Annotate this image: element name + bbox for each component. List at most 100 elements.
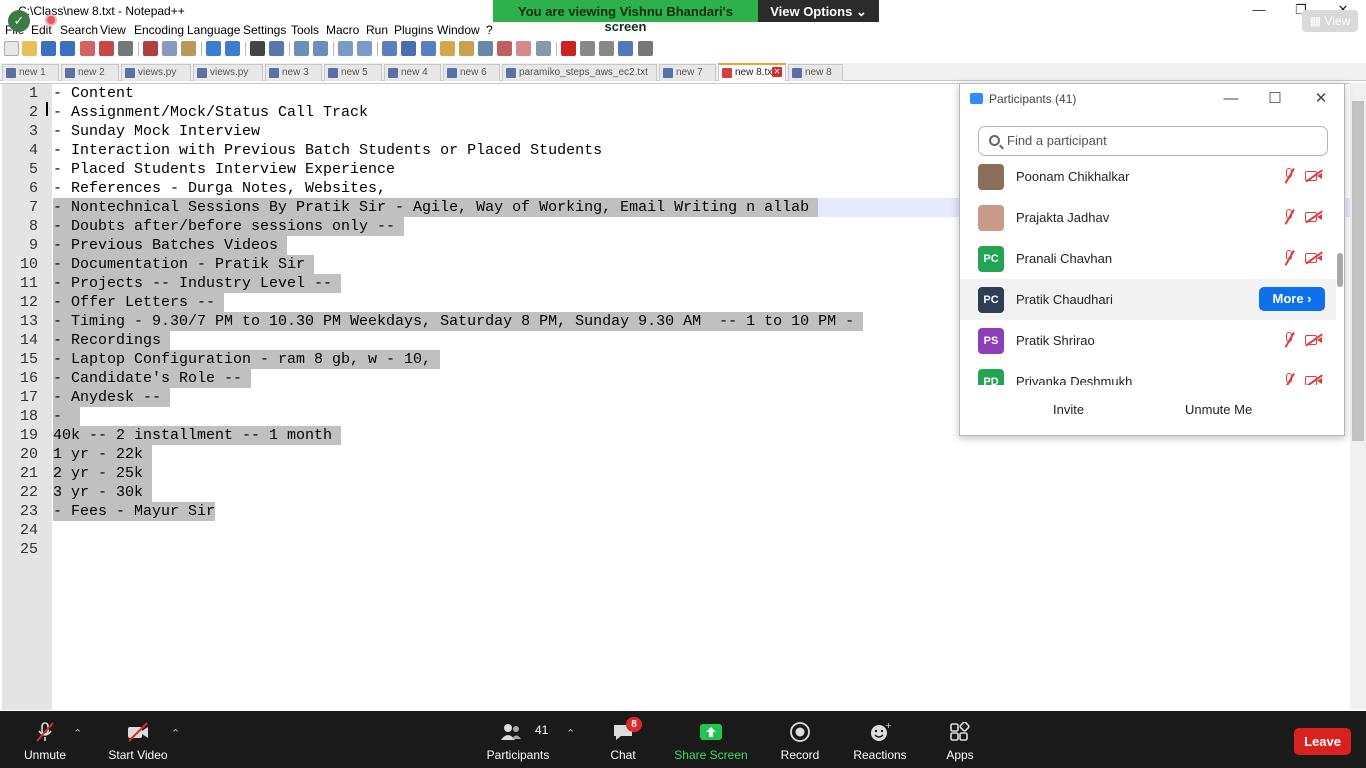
word-wrap-icon[interactable] — [382, 41, 397, 56]
apps-button[interactable]: Apps — [935, 711, 985, 768]
close-file-icon[interactable] — [80, 41, 95, 56]
maximize-panel-button[interactable]: ☐ — [1264, 88, 1286, 110]
participants-button[interactable]: 41 Participants — [482, 711, 554, 768]
participant-row[interactable]: PC Pratik Chaudhari More › — [960, 279, 1336, 320]
participant-row[interactable]: PD Priyanka Deshmukh — [960, 361, 1336, 385]
doc-map-icon[interactable] — [459, 41, 474, 56]
close-panel-button[interactable]: ✕ — [1310, 88, 1332, 110]
tab-new-6[interactable]: new 6 — [443, 64, 500, 81]
menu-run[interactable]: Run — [366, 23, 388, 37]
menu-macro[interactable]: Macro — [326, 23, 359, 37]
replace-icon[interactable] — [269, 41, 284, 56]
unmute-button[interactable]: Unmute — [10, 711, 80, 768]
code-line[interactable]: 40k -- 2 installment -- 1 month — [53, 426, 342, 445]
menu-view[interactable]: View — [100, 23, 126, 37]
indent-guide-icon[interactable] — [421, 41, 436, 56]
code-line[interactable]: - — [53, 407, 81, 426]
code-line[interactable]: - Interaction with Previous Batch Studen… — [53, 141, 602, 160]
code-line[interactable]: 3 yr - 30k — [53, 483, 153, 502]
copy-icon[interactable] — [162, 41, 177, 56]
editor-scrollbar[interactable] — [1350, 83, 1366, 709]
close-tab-icon[interactable]: ✕ — [772, 67, 782, 77]
tab-new-4[interactable]: new 4 — [384, 64, 441, 81]
participant-search-input[interactable]: Find a participant — [978, 126, 1328, 156]
start-video-button[interactable]: Start Video — [103, 711, 173, 768]
code-line[interactable]: - Fees - Mayur Sir — [53, 502, 216, 521]
participants-options-caret[interactable]: ⌃ — [566, 727, 575, 740]
cut-icon[interactable] — [143, 41, 158, 56]
code-line[interactable]: - Candidate's Role -- — [53, 369, 252, 388]
code-line[interactable]: - Previous Batches Videos — [53, 236, 288, 255]
video-options-caret[interactable]: ⌃ — [171, 727, 180, 740]
code-line[interactable]: 2 yr - 25k — [53, 464, 153, 483]
code-line[interactable]: - Laptop Configuration - ram 8 gb, w - 1… — [53, 350, 441, 369]
run-macro-multiple-icon[interactable] — [618, 41, 633, 56]
show-all-chars-icon[interactable] — [401, 41, 416, 56]
code-line[interactable]: - Recordings — [53, 331, 171, 350]
close-all-icon[interactable] — [99, 41, 114, 56]
record-button[interactable]: Record — [770, 711, 830, 768]
stop-macro-icon[interactable] — [580, 41, 595, 56]
unmute-me-button[interactable]: Unmute Me — [1185, 402, 1252, 417]
menu-language[interactable]: Language — [187, 23, 240, 37]
tab-paramiko[interactable]: paramiko_steps_aws_ec2.txt — [502, 64, 657, 81]
participant-row[interactable]: PC Pranali Chavhan — [960, 238, 1336, 279]
leave-button[interactable]: Leave — [1294, 728, 1351, 755]
tab-new-7[interactable]: new 7 — [659, 64, 716, 81]
view-options-button[interactable]: View Options ⌄ — [758, 0, 879, 22]
code-line[interactable]: - References - Durga Notes, Websites, — [53, 179, 386, 198]
zoom-in-icon[interactable] — [294, 41, 309, 56]
participant-row[interactable]: Prajakta Jadhav — [960, 197, 1336, 238]
tab-views-py-2[interactable]: views.py — [193, 64, 263, 81]
code-line[interactable]: - Placed Students Interview Experience — [53, 160, 395, 179]
minimize-button[interactable]: — — [1237, 0, 1281, 22]
tab-new-5[interactable]: new 5 — [324, 64, 382, 81]
play-macro-icon[interactable] — [599, 41, 614, 56]
menu-encoding[interactable]: Encoding — [134, 23, 184, 37]
code-line[interactable]: - Assignment/Mock/Status Call Track — [53, 103, 368, 122]
code-line[interactable]: - Content — [53, 84, 134, 103]
print-icon[interactable] — [118, 41, 133, 56]
redo-icon[interactable] — [225, 41, 240, 56]
code-line[interactable]: - Offer Letters -- — [53, 293, 225, 312]
chat-button[interactable]: 8 Chat — [598, 711, 648, 768]
minimize-panel-button[interactable]: — — [1220, 88, 1242, 110]
paste-icon[interactable] — [181, 41, 196, 56]
tab-new-1[interactable]: new 1 — [2, 64, 59, 81]
code-line[interactable]: - Anydesk -- — [53, 388, 171, 407]
menu-window[interactable]: Window — [437, 23, 480, 37]
save-all-icon[interactable] — [60, 41, 75, 56]
participant-row[interactable]: Poonam Chikhalkar — [960, 158, 1336, 197]
sync-vertical-icon[interactable] — [338, 41, 353, 56]
sync-horizontal-icon[interactable] — [357, 41, 372, 56]
tab-views-py-1[interactable]: views.py — [121, 64, 191, 81]
menu-settings[interactable]: Settings — [243, 23, 286, 37]
view-button[interactable]: ▦ View — [1302, 10, 1358, 32]
participant-row[interactable]: PS Pratik Shrirao — [960, 320, 1336, 361]
code-line[interactable]: - Projects -- Industry Level -- — [53, 274, 342, 293]
code-line[interactable]: - Timing - 9.30/7 PM to 10.30 PM Weekday… — [53, 312, 864, 331]
tab-new-8-txt[interactable]: new 8.txt ✕ — [718, 63, 786, 81]
participant-list-scrollbar[interactable] — [1336, 158, 1344, 385]
save-macro-icon[interactable] — [638, 41, 653, 56]
function-list-icon[interactable] — [478, 41, 493, 56]
menu-tools[interactable]: Tools — [291, 23, 319, 37]
monitoring-icon[interactable] — [516, 41, 531, 56]
code-line[interactable]: - Nontechnical Sessions By Pratik Sir - … — [53, 198, 819, 217]
menu-help[interactable]: ? — [486, 23, 493, 37]
code-line[interactable]: 1 yr - 22k — [53, 445, 153, 464]
code-line[interactable]: - Doubts after/before sessions only -- — [53, 217, 405, 236]
menu-search[interactable]: Search — [60, 23, 98, 37]
scrollbar-thumb[interactable] — [1337, 253, 1343, 287]
record-macro-icon[interactable] — [561, 41, 576, 56]
audio-options-caret[interactable]: ⌃ — [73, 727, 82, 740]
code-line[interactable]: - Documentation - Pratik Sir — [53, 255, 315, 274]
zoom-out-icon[interactable] — [313, 41, 328, 56]
share-screen-button[interactable]: Share Screen — [672, 711, 750, 768]
scrollbar-thumb[interactable] — [1352, 101, 1364, 441]
new-file-icon[interactable] — [4, 41, 19, 56]
menu-plugins[interactable]: Plugins — [394, 23, 433, 37]
invite-button[interactable]: Invite — [1053, 402, 1084, 417]
folder-workspace-icon[interactable] — [497, 41, 512, 56]
tab-new-3[interactable]: new 3 — [265, 64, 322, 81]
